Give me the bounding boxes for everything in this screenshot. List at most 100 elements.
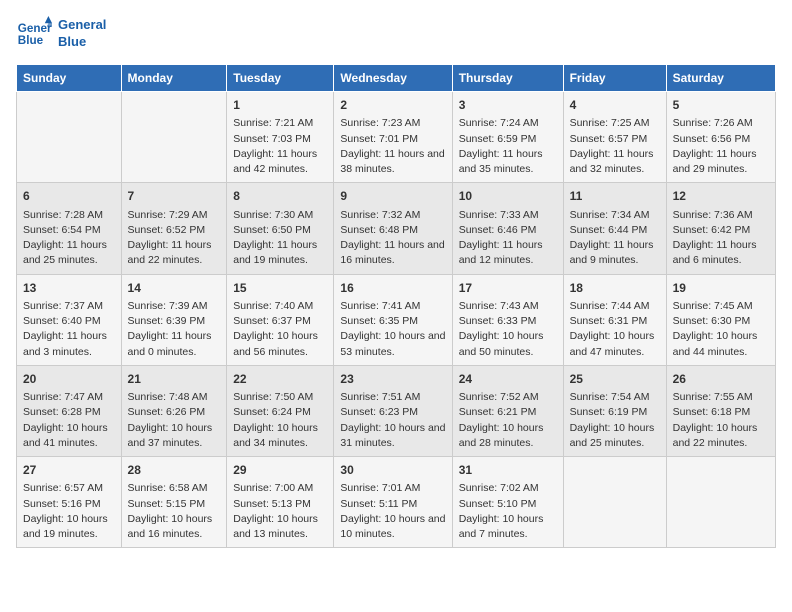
day-info: Daylight: 11 hours and 6 minutes. — [673, 238, 769, 268]
day-info: Daylight: 10 hours and 31 minutes. — [340, 421, 445, 451]
calendar-cell: 24Sunrise: 7:52 AMSunset: 6:21 PMDayligh… — [452, 365, 563, 456]
day-number: 15 — [233, 280, 327, 297]
day-number: 27 — [23, 462, 115, 479]
calendar-cell: 28Sunrise: 6:58 AMSunset: 5:15 PMDayligh… — [121, 457, 227, 548]
day-info: Sunset: 6:28 PM — [23, 405, 115, 420]
day-number: 14 — [128, 280, 221, 297]
day-number: 26 — [673, 371, 769, 388]
calendar-cell: 17Sunrise: 7:43 AMSunset: 6:33 PMDayligh… — [452, 274, 563, 365]
day-info: Sunrise: 7:54 AM — [570, 390, 660, 405]
day-info: Sunset: 6:59 PM — [459, 132, 557, 147]
day-number: 17 — [459, 280, 557, 297]
calendar-cell — [121, 92, 227, 183]
day-info: Daylight: 10 hours and 53 minutes. — [340, 329, 445, 359]
day-info: Sunset: 6:39 PM — [128, 314, 221, 329]
day-info: Sunrise: 7:40 AM — [233, 299, 327, 314]
calendar-cell: 7Sunrise: 7:29 AMSunset: 6:52 PMDaylight… — [121, 183, 227, 274]
calendar-week-1: 1Sunrise: 7:21 AMSunset: 7:03 PMDaylight… — [17, 92, 776, 183]
day-info: Daylight: 10 hours and 25 minutes. — [570, 421, 660, 451]
calendar-cell — [563, 457, 666, 548]
day-info: Daylight: 10 hours and 34 minutes. — [233, 421, 327, 451]
day-info: Sunset: 6:35 PM — [340, 314, 445, 329]
day-number: 5 — [673, 97, 769, 114]
header-row: SundayMondayTuesdayWednesdayThursdayFrid… — [17, 65, 776, 92]
day-info: Daylight: 11 hours and 35 minutes. — [459, 147, 557, 177]
day-info: Sunset: 6:44 PM — [570, 223, 660, 238]
day-info: Daylight: 11 hours and 42 minutes. — [233, 147, 327, 177]
calendar-cell: 11 Sunrise: 7:34 AMSunset: 6:44 PMDayligh… — [563, 183, 666, 274]
day-number: 18 — [570, 280, 660, 297]
day-number: 4 — [570, 97, 660, 114]
calendar-week-5: 27Sunrise: 6:57 AMSunset: 5:16 PMDayligh… — [17, 457, 776, 548]
calendar-cell: 19Sunrise: 7:45 AMSunset: 6:30 PMDayligh… — [666, 274, 775, 365]
calendar-cell: 18Sunrise: 7:44 AMSunset: 6:31 PMDayligh… — [563, 274, 666, 365]
calendar-week-3: 13Sunrise: 7:37 AMSunset: 6:40 PMDayligh… — [17, 274, 776, 365]
day-info: Sunrise: 7:39 AM — [128, 299, 221, 314]
day-number: 1 — [233, 97, 327, 114]
day-info: Sunset: 6:37 PM — [233, 314, 327, 329]
day-info: Sunset: 6:31 PM — [570, 314, 660, 329]
day-info: Sunrise: 6:57 AM — [23, 481, 115, 496]
logo-text: General Blue — [58, 17, 106, 51]
day-number: 11 — [570, 188, 660, 205]
day-info: Sunset: 5:15 PM — [128, 497, 221, 512]
day-number: 9 — [340, 188, 445, 205]
day-info: Sunset: 6:50 PM — [233, 223, 327, 238]
day-info: Daylight: 11 hours and 38 minutes. — [340, 147, 445, 177]
day-info: Sunset: 6:56 PM — [673, 132, 769, 147]
day-info: Sunrise: 7:01 AM — [340, 481, 445, 496]
calendar-cell: 21Sunrise: 7:48 AMSunset: 6:26 PMDayligh… — [121, 365, 227, 456]
day-info: Sunset: 6:42 PM — [673, 223, 769, 238]
day-info: Sunrise: 7:21 AM — [233, 116, 327, 131]
day-number: 25 — [570, 371, 660, 388]
day-info: Sunset: 6:54 PM — [23, 223, 115, 238]
day-number: 20 — [23, 371, 115, 388]
calendar-cell: 3Sunrise: 7:24 AMSunset: 6:59 PMDaylight… — [452, 92, 563, 183]
day-info: Sunset: 5:13 PM — [233, 497, 327, 512]
day-number: 7 — [128, 188, 221, 205]
logo-icon: General Blue — [16, 16, 52, 52]
weekday-header-saturday: Saturday — [666, 65, 775, 92]
calendar-cell: 9Sunrise: 7:32 AMSunset: 6:48 PMDaylight… — [334, 183, 452, 274]
calendar-cell: 26Sunrise: 7:55 AMSunset: 6:18 PMDayligh… — [666, 365, 775, 456]
day-info: Sunset: 6:23 PM — [340, 405, 445, 420]
day-info: Sunrise: 7:55 AM — [673, 390, 769, 405]
day-info: Daylight: 11 hours and 9 minutes. — [570, 238, 660, 268]
day-info: Sunrise: 7:02 AM — [459, 481, 557, 496]
day-number: 21 — [128, 371, 221, 388]
day-info: Daylight: 10 hours and 50 minutes. — [459, 329, 557, 359]
day-info: Daylight: 11 hours and 16 minutes. — [340, 238, 445, 268]
day-info: Sunset: 6:26 PM — [128, 405, 221, 420]
calendar-cell: 4Sunrise: 7:25 AMSunset: 6:57 PMDaylight… — [563, 92, 666, 183]
day-info: Daylight: 10 hours and 22 minutes. — [673, 421, 769, 451]
day-number: 28 — [128, 462, 221, 479]
day-info: Daylight: 10 hours and 16 minutes. — [128, 512, 221, 542]
day-info: Daylight: 10 hours and 47 minutes. — [570, 329, 660, 359]
day-info: Sunset: 6:24 PM — [233, 405, 327, 420]
calendar-cell: 2Sunrise: 7:23 AMSunset: 7:01 PMDaylight… — [334, 92, 452, 183]
logo: General Blue General Blue — [16, 16, 106, 52]
day-info: Sunrise: 7:47 AM — [23, 390, 115, 405]
day-info: Sunrise: 7:30 AM — [233, 208, 327, 223]
day-number: 22 — [233, 371, 327, 388]
day-info: Daylight: 11 hours and 0 minutes. — [128, 329, 221, 359]
calendar-cell: 30Sunrise: 7:01 AMSunset: 5:11 PMDayligh… — [334, 457, 452, 548]
day-info: Daylight: 11 hours and 29 minutes. — [673, 147, 769, 177]
day-number: 23 — [340, 371, 445, 388]
day-info: Sunrise: 7:24 AM — [459, 116, 557, 131]
day-info: Sunrise: 7:43 AM — [459, 299, 557, 314]
day-info: Sunrise: 7:50 AM — [233, 390, 327, 405]
day-info: Sunrise: 7:34 AM — [570, 208, 660, 223]
calendar-cell — [666, 457, 775, 548]
day-info: Sunrise: 7:32 AM — [340, 208, 445, 223]
day-info: Daylight: 11 hours and 32 minutes. — [570, 147, 660, 177]
day-info: Sunset: 6:46 PM — [459, 223, 557, 238]
day-info: Daylight: 10 hours and 56 minutes. — [233, 329, 327, 359]
day-info: Daylight: 11 hours and 19 minutes. — [233, 238, 327, 268]
day-number: 8 — [233, 188, 327, 205]
calendar-cell: 5Sunrise: 7:26 AMSunset: 6:56 PMDaylight… — [666, 92, 775, 183]
day-number: 10 — [459, 188, 557, 205]
day-number: 16 — [340, 280, 445, 297]
day-number: 13 — [23, 280, 115, 297]
day-info: Sunrise: 7:36 AM — [673, 208, 769, 223]
